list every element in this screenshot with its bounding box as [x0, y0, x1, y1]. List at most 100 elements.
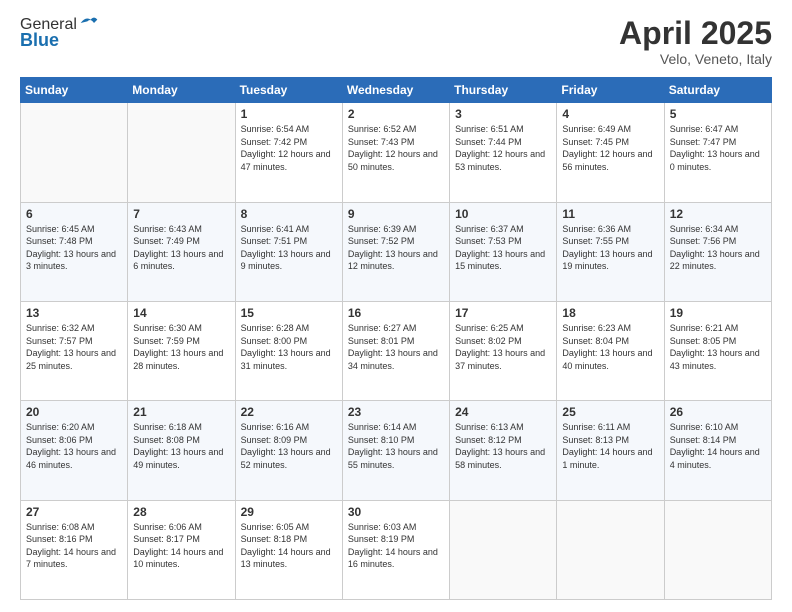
weekday-header-monday: Monday [128, 78, 235, 103]
day-number: 28 [133, 505, 229, 519]
calendar-cell: 16 Sunrise: 6:27 AMSunset: 8:01 PMDayligh… [342, 301, 449, 400]
calendar-cell: 24Sunrise: 6:13 AMSunset: 8:12 PMDayligh… [450, 401, 557, 500]
calendar-cell [21, 103, 128, 202]
weekday-header-wednesday: Wednesday [342, 78, 449, 103]
calendar-cell: 4 Sunrise: 6:49 AMSunset: 7:45 PMDaylight… [557, 103, 664, 202]
day-number: 7 [133, 207, 229, 221]
day-number: 1 [241, 107, 337, 121]
day-info: Sunrise: 6:11 AMSunset: 8:13 PMDaylight:… [562, 421, 658, 471]
calendar-cell: 25 Sunrise: 6:11 AMSunset: 8:13 PMDayligh… [557, 401, 664, 500]
day-info: Sunrise: 6:34 AMSunset: 7:56 PMDaylight:… [670, 223, 766, 273]
day-number: 17 [455, 306, 551, 320]
calendar-cell: 12 Sunrise: 6:34 AMSunset: 7:56 PMDayligh… [664, 202, 771, 301]
day-info: Sunrise: 6:54 AMSunset: 7:42 PMDaylight:… [241, 123, 337, 173]
day-info: Sunrise: 6:36 AMSunset: 7:55 PMDaylight:… [562, 223, 658, 273]
day-info: Sunrise: 6:10 AMSunset: 8:14 PMDaylight:… [670, 421, 766, 471]
title-block: April 2025 Velo, Veneto, Italy [619, 16, 772, 67]
calendar-cell: 26 Sunrise: 6:10 AMSunset: 8:14 PMDayligh… [664, 401, 771, 500]
calendar-cell: 8 Sunrise: 6:41 AMSunset: 7:51 PMDaylight… [235, 202, 342, 301]
calendar-cell: 21 Sunrise: 6:18 AMSunset: 8:08 PMDayligh… [128, 401, 235, 500]
day-info: Sunrise: 6:18 AMSunset: 8:08 PMDaylight:… [133, 421, 229, 471]
day-info: Sunrise: 6:06 AMSunset: 8:17 PMDaylight:… [133, 521, 229, 571]
day-info: Sunrise: 6:39 AMSunset: 7:52 PMDaylight:… [348, 223, 444, 273]
calendar-cell: 28 Sunrise: 6:06 AMSunset: 8:17 PMDayligh… [128, 500, 235, 599]
day-info: Sunrise: 6:25 AMSunset: 8:02 PMDaylight:… [455, 322, 551, 372]
day-number: 18 [562, 306, 658, 320]
weekday-header-tuesday: Tuesday [235, 78, 342, 103]
calendar-cell [450, 500, 557, 599]
day-number: 12 [670, 207, 766, 221]
calendar-cell: 27 Sunrise: 6:08 AMSunset: 8:16 PMDayligh… [21, 500, 128, 599]
day-number: 8 [241, 207, 337, 221]
calendar-cell: 30 Sunrise: 6:03 AMSunset: 8:19 PMDayligh… [342, 500, 449, 599]
day-info: Sunrise: 6:23 AMSunset: 8:04 PMDaylight:… [562, 322, 658, 372]
day-number: 26 [670, 405, 766, 419]
calendar-cell: 1 Sunrise: 6:54 AMSunset: 7:42 PMDaylight… [235, 103, 342, 202]
day-number: 13 [26, 306, 122, 320]
day-info: Sunrise: 6:41 AMSunset: 7:51 PMDaylight:… [241, 223, 337, 273]
calendar-cell: 18 Sunrise: 6:23 AMSunset: 8:04 PMDayligh… [557, 301, 664, 400]
day-info: Sunrise: 6:05 AMSunset: 8:18 PMDaylight:… [241, 521, 337, 571]
day-info: Sunrise: 6:14 AMSunset: 8:10 PMDaylight:… [348, 421, 444, 471]
day-number: 30 [348, 505, 444, 519]
weekday-header-thursday: Thursday [450, 78, 557, 103]
day-number: 29 [241, 505, 337, 519]
day-number: 11 [562, 207, 658, 221]
day-info: Sunrise: 6:45 AMSunset: 7:48 PMDaylight:… [26, 223, 122, 273]
day-number: 25 [562, 405, 658, 419]
day-info: Sunrise: 6:37 AMSunset: 7:53 PMDaylight:… [455, 223, 551, 273]
calendar-cell: 29 Sunrise: 6:05 AMSunset: 8:18 PMDayligh… [235, 500, 342, 599]
calendar-cell: 3 Sunrise: 6:51 AMSunset: 7:44 PMDaylight… [450, 103, 557, 202]
calendar-cell: 15 Sunrise: 6:28 AMSunset: 8:00 PMDayligh… [235, 301, 342, 400]
weekday-header-saturday: Saturday [664, 78, 771, 103]
day-info: Sunrise: 6:28 AMSunset: 8:00 PMDaylight:… [241, 322, 337, 372]
calendar-cell: 5 Sunrise: 6:47 AMSunset: 7:47 PMDaylight… [664, 103, 771, 202]
day-number: 14 [133, 306, 229, 320]
calendar-table: SundayMondayTuesdayWednesdayThursdayFrid… [20, 77, 772, 600]
day-info: Sunrise: 6:20 AMSunset: 8:06 PMDaylight:… [26, 421, 122, 471]
calendar-cell: 11 Sunrise: 6:36 AMSunset: 7:55 PMDayligh… [557, 202, 664, 301]
day-info: Sunrise: 6:47 AMSunset: 7:47 PMDaylight:… [670, 123, 766, 173]
day-number: 19 [670, 306, 766, 320]
weekday-header-sunday: Sunday [21, 78, 128, 103]
calendar-cell: 13 Sunrise: 6:32 AMSunset: 7:57 PMDayligh… [21, 301, 128, 400]
day-info: Sunrise: 6:51 AMSunset: 7:44 PMDaylight:… [455, 123, 551, 173]
page: General Blue April 2025 Velo, Veneto, It… [0, 0, 792, 612]
calendar-cell: 6 Sunrise: 6:45 AMSunset: 7:48 PMDaylight… [21, 202, 128, 301]
day-info: Sunrise: 6:03 AMSunset: 8:19 PMDaylight:… [348, 521, 444, 571]
header: General Blue April 2025 Velo, Veneto, It… [20, 16, 772, 67]
day-number: 3 [455, 107, 551, 121]
day-info: Sunrise: 6:32 AMSunset: 7:57 PMDaylight:… [26, 322, 122, 372]
day-number: 16 [348, 306, 444, 320]
day-info: Sunrise: 6:13 AMSunset: 8:12 PMDaylight:… [455, 421, 551, 471]
day-number: 20 [26, 405, 122, 419]
day-info: Sunrise: 6:52 AMSunset: 7:43 PMDaylight:… [348, 123, 444, 173]
day-number: 10 [455, 207, 551, 221]
calendar-cell: 22Sunrise: 6:16 AMSunset: 8:09 PMDayligh… [235, 401, 342, 500]
day-number: 6 [26, 207, 122, 221]
day-info: Sunrise: 6:27 AMSunset: 8:01 PMDaylight:… [348, 322, 444, 372]
day-number: 23 [348, 405, 444, 419]
day-info: Sunrise: 6:08 AMSunset: 8:16 PMDaylight:… [26, 521, 122, 571]
calendar-cell: 14 Sunrise: 6:30 AMSunset: 7:59 PMDayligh… [128, 301, 235, 400]
calendar-cell: 17 Sunrise: 6:25 AMSunset: 8:02 PMDayligh… [450, 301, 557, 400]
day-number: 5 [670, 107, 766, 121]
day-number: 4 [562, 107, 658, 121]
calendar-cell: 7Sunrise: 6:43 AMSunset: 7:49 PMDaylight… [128, 202, 235, 301]
day-number: 21 [133, 405, 229, 419]
day-number: 15 [241, 306, 337, 320]
day-info: Sunrise: 6:30 AMSunset: 7:59 PMDaylight:… [133, 322, 229, 372]
weekday-header-friday: Friday [557, 78, 664, 103]
calendar-subtitle: Velo, Veneto, Italy [619, 51, 772, 67]
calendar-cell: 23 Sunrise: 6:14 AMSunset: 8:10 PMDayligh… [342, 401, 449, 500]
day-number: 9 [348, 207, 444, 221]
calendar-cell: 19Sunrise: 6:21 AMSunset: 8:05 PMDayligh… [664, 301, 771, 400]
calendar-cell: 2 Sunrise: 6:52 AMSunset: 7:43 PMDaylight… [342, 103, 449, 202]
calendar-cell [664, 500, 771, 599]
day-number: 27 [26, 505, 122, 519]
day-number: 2 [348, 107, 444, 121]
day-number: 22 [241, 405, 337, 419]
calendar-title: April 2025 [619, 16, 772, 51]
calendar-cell: 9 Sunrise: 6:39 AMSunset: 7:52 PMDaylight… [342, 202, 449, 301]
day-info: Sunrise: 6:49 AMSunset: 7:45 PMDaylight:… [562, 123, 658, 173]
